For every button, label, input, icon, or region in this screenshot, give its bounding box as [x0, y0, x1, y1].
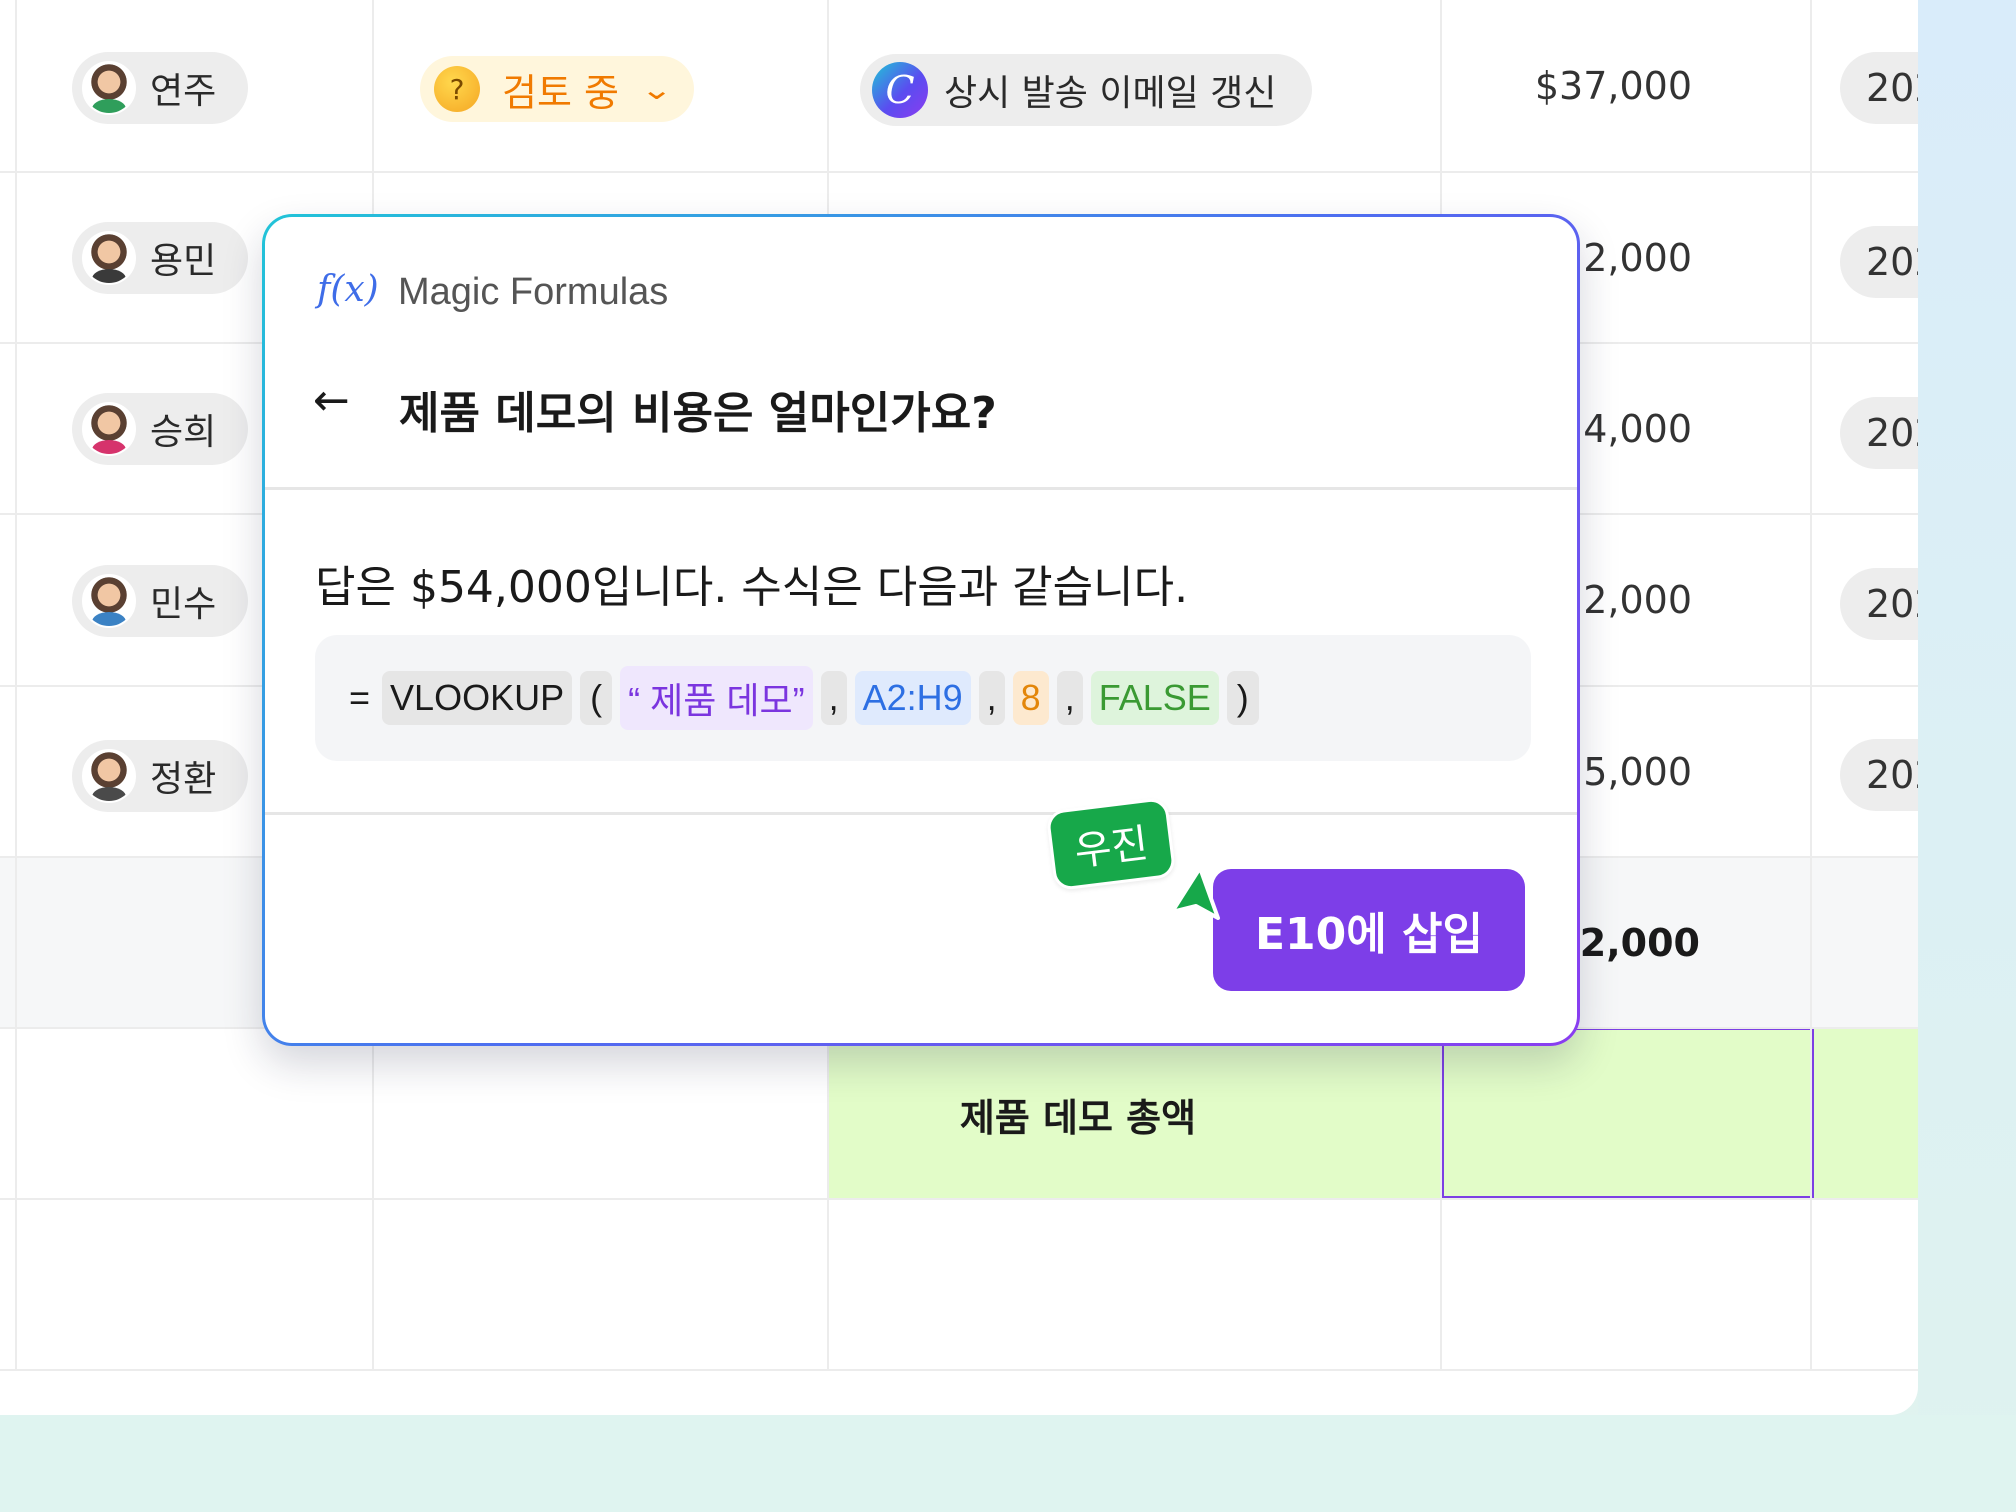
grid-row-line — [0, 171, 1918, 173]
collaborator-label: 우진 — [1045, 796, 1177, 892]
status-dropdown[interactable]: ? 검토 중 ⌄ — [420, 56, 694, 122]
divider — [265, 812, 1577, 815]
date-chip[interactable]: 202 — [1840, 397, 1918, 469]
person-name: 용민 — [150, 241, 217, 282]
formula-comma: , — [978, 671, 1005, 725]
function-icon: f(x) — [317, 269, 379, 310]
amount-cell[interactable]: $37,000 — [1392, 64, 1692, 108]
person-name: 정환 — [150, 759, 217, 800]
formula-function: VLOOKUP — [382, 671, 573, 725]
date-chip[interactable]: 202 — [1840, 739, 1918, 811]
person-chip[interactable]: 승희 — [72, 393, 248, 465]
person-chip[interactable]: 민수 — [72, 565, 248, 637]
person-name: 연주 — [150, 71, 217, 112]
thinking-face-icon: ? — [434, 66, 480, 112]
selected-cell-e10[interactable] — [1441, 1027, 1814, 1199]
answer-text: 답은 $54,000입니다. 수식은 다음과 같습니다. — [315, 562, 1189, 613]
status-label: 검토 중 — [502, 70, 619, 115]
back-arrow-icon[interactable]: ← — [313, 375, 350, 426]
formula-equals: = — [349, 677, 371, 718]
person-name: 승희 — [150, 412, 217, 453]
avatar — [82, 749, 136, 803]
date-chip[interactable]: 202 — [1840, 52, 1918, 124]
formula-close-paren: ) — [1226, 671, 1259, 725]
avatar — [82, 231, 136, 285]
formula-box: = VLOOKUP ( “ 제품 데모” , A2:H9 , 8 , FALSE… — [315, 635, 1531, 761]
formula-open-paren: ( — [580, 671, 613, 725]
person-chip[interactable]: 용민 — [72, 222, 248, 294]
chevron-down-icon: ⌄ — [640, 72, 674, 106]
task-chip[interactable]: C 상시 발송 이메일 갱신 — [860, 54, 1312, 126]
backdrop-right — [1918, 0, 2016, 1512]
date-chip[interactable]: 202 — [1840, 568, 1918, 640]
grid-row-line — [0, 1369, 1918, 1371]
collaborator-cursor-icon — [1170, 866, 1220, 920]
grid-row-line — [0, 1198, 1918, 1200]
formula-range: A2:H9 — [854, 671, 971, 725]
panel-title: Magic Formulas — [398, 271, 669, 313]
avatar — [82, 574, 136, 628]
backdrop-bottom — [0, 1415, 2016, 1512]
formula-column-index: 8 — [1012, 671, 1049, 725]
total-date-cell[interactable] — [1814, 1029, 1918, 1199]
insert-button[interactable]: E10에 삽입 — [1213, 869, 1525, 991]
person-chip[interactable]: 연주 — [72, 52, 248, 124]
avatar — [82, 61, 136, 115]
person-name: 민수 — [150, 584, 217, 625]
formula-comma: , — [820, 671, 847, 725]
divider — [265, 487, 1577, 490]
date-chip[interactable]: 202 — [1840, 226, 1918, 298]
canva-logo-icon: C — [872, 62, 928, 118]
question-text: 제품 데모의 비용은 얼마인가요? — [399, 388, 997, 439]
magic-formulas-panel: f(x) Magic Formulas ← 제품 데모의 비용은 얼마인가요? … — [262, 214, 1580, 1046]
task-label: 상시 발송 이메일 갱신 — [944, 73, 1277, 114]
avatar — [82, 402, 136, 456]
total-label: 제품 데모 총액 — [959, 1095, 1197, 1140]
formula-lookup-value: “ 제품 데모” — [620, 666, 813, 730]
formula-comma: , — [1056, 671, 1083, 725]
person-chip[interactable]: 정환 — [72, 740, 248, 812]
formula-exact-match: FALSE — [1090, 671, 1219, 725]
